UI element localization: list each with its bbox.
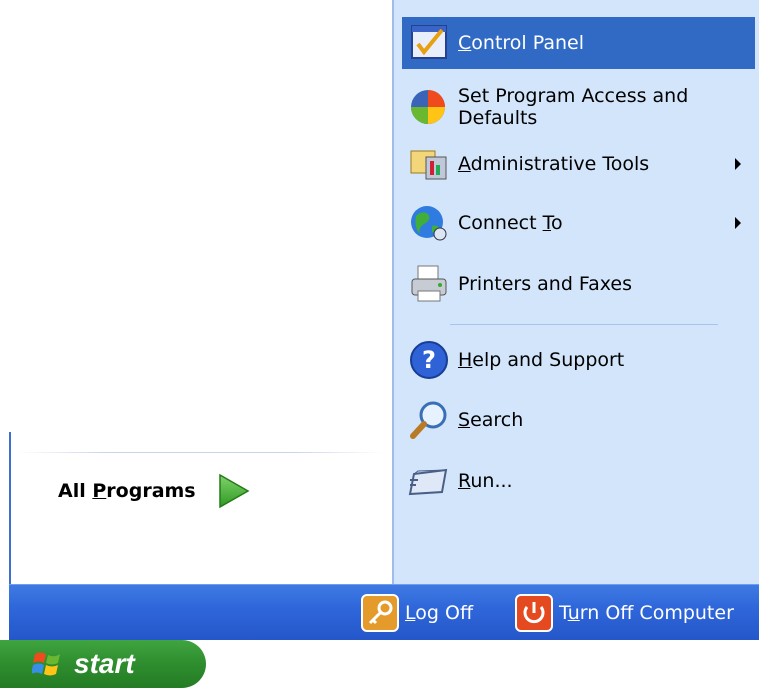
- run-icon: [406, 458, 452, 504]
- all-programs-separator: [16, 452, 384, 453]
- all-programs-button[interactable]: All Programs: [58, 467, 288, 515]
- administrative-tools-icon: [406, 141, 452, 187]
- menu-item-set-program-access[interactable]: Set Program Access and Defaults: [402, 78, 755, 136]
- logoff-bar: Log Off Turn Off Computer: [9, 584, 759, 641]
- search-label: Search: [458, 409, 524, 431]
- submenu-arrow-icon: [735, 217, 741, 229]
- log-off-button[interactable]: Log Off: [361, 593, 473, 633]
- control-panel-icon: [406, 20, 452, 66]
- menu-item-run[interactable]: Run...: [402, 455, 755, 507]
- left-pane-edge: [9, 432, 11, 584]
- printers-faxes-label: Printers and Faxes: [458, 273, 633, 295]
- search-icon: [406, 397, 452, 443]
- menu-item-help-support[interactable]: ? Help and Support: [402, 334, 755, 386]
- control-panel-label: Control Panel: [458, 32, 584, 54]
- right-pane-separator: [450, 324, 718, 325]
- menu-item-control-panel[interactable]: Control Panel: [402, 17, 755, 69]
- menu-item-printers-faxes[interactable]: Printers and Faxes: [402, 258, 755, 310]
- submenu-arrow-icon: [735, 158, 741, 170]
- turn-off-computer-button[interactable]: Turn Off Computer: [515, 593, 734, 633]
- set-program-access-label: Set Program Access and Defaults: [458, 85, 689, 129]
- all-programs-label: All Programs: [58, 480, 196, 502]
- printer-icon: [406, 261, 452, 307]
- run-label: Run...: [458, 470, 513, 492]
- menu-item-connect-to[interactable]: Connect To: [402, 197, 755, 249]
- administrative-tools-label: Administrative Tools: [458, 153, 650, 175]
- turn-off-computer-label: Turn Off Computer: [559, 602, 734, 624]
- connect-to-label: Connect To: [458, 212, 563, 234]
- windows-flag-icon: [32, 652, 60, 676]
- help-icon: ?: [406, 337, 452, 383]
- help-support-label: Help and Support: [458, 349, 625, 371]
- green-arrow-icon: [218, 473, 250, 509]
- menu-item-search[interactable]: Search: [402, 394, 755, 446]
- svg-text:?: ?: [422, 346, 436, 374]
- taskbar: start: [0, 640, 759, 688]
- program-access-icon: [406, 84, 452, 130]
- start-label: start: [74, 648, 135, 679]
- power-icon: [515, 594, 553, 632]
- key-icon: [361, 594, 399, 632]
- start-button[interactable]: start: [0, 640, 206, 688]
- connect-globe-icon: [406, 200, 452, 246]
- log-off-label: Log Off: [405, 602, 474, 624]
- menu-item-administrative-tools[interactable]: Administrative Tools: [402, 138, 755, 190]
